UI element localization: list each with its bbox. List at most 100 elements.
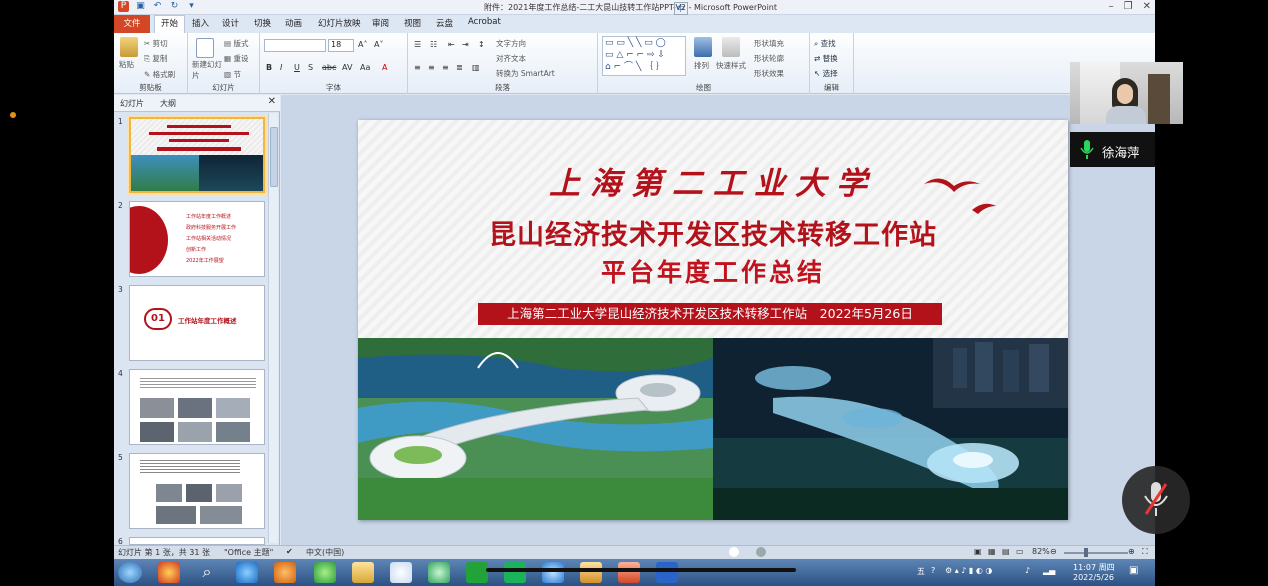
- app-icon[interactable]: [390, 562, 412, 583]
- tab-outline-pane[interactable]: 大纲: [160, 98, 176, 109]
- tab-animations[interactable]: 动画: [285, 17, 302, 29]
- section-button[interactable]: ▧ 节: [224, 69, 241, 80]
- shrink-font-icon[interactable]: A˅: [374, 40, 383, 49]
- quick-styles-button[interactable]: 快速样式: [716, 60, 746, 71]
- ime-tray-icon[interactable]: 五: [917, 566, 925, 577]
- zoom-out-icon[interactable]: ⊖: [1050, 547, 1057, 556]
- arrange-icon[interactable]: [694, 37, 712, 57]
- tab-cloud[interactable]: 云盘: [436, 17, 453, 29]
- restore-icon[interactable]: ❐: [1124, 1, 1133, 12]
- zoom-level[interactable]: 82%: [1032, 547, 1050, 556]
- redo-icon[interactable]: ↻: [169, 1, 180, 12]
- shape-fill-button[interactable]: 形状填充: [754, 38, 784, 49]
- ime-bar[interactable]: 中: [674, 2, 688, 15]
- quick-styles-icon[interactable]: [722, 37, 740, 57]
- customize-qat-icon[interactable]: ▾: [186, 1, 197, 12]
- shape-effects-button[interactable]: 形状效果: [754, 68, 784, 79]
- language-status[interactable]: 中文(中国): [306, 547, 344, 558]
- meeting-app-icon[interactable]: [656, 562, 678, 583]
- line-spacing-icon[interactable]: ↕: [478, 40, 485, 49]
- columns-icon[interactable]: ▥: [472, 63, 480, 72]
- cut-button[interactable]: ✂ 剪切: [144, 38, 168, 49]
- reset-button[interactable]: ▦ 重设: [224, 53, 248, 64]
- align-center-icon[interactable]: ≡: [428, 63, 435, 72]
- justify-icon[interactable]: ≣: [456, 63, 463, 72]
- slide-thumbnail-5[interactable]: [129, 453, 265, 529]
- grow-font-icon[interactable]: A˄: [358, 40, 367, 49]
- paste-icon[interactable]: [120, 37, 138, 57]
- close-pane-icon[interactable]: ✕: [268, 96, 276, 107]
- tab-file[interactable]: 文件: [114, 15, 150, 33]
- slide-sorter-icon[interactable]: ▦: [988, 547, 996, 556]
- shapes-gallery[interactable]: ▭ ▭ ╲ ╲ ▭ ◯ ▭ △ ⌐ ⌐ ⇨ ⇩ ⌂ ⌐ ⌒ ╲ ｛ ｝: [602, 36, 686, 76]
- fit-slide-icon[interactable]: ⛶: [1142, 547, 1148, 557]
- close-icon[interactable]: ✕: [1143, 1, 1151, 12]
- tab-slideshow[interactable]: 幻灯片放映: [318, 17, 361, 29]
- indent-decrease-icon[interactable]: ⇤: [448, 40, 455, 49]
- clock-time[interactable]: 11:07 周四: [1073, 562, 1115, 573]
- thumbnail-scrollbar[interactable]: [268, 113, 278, 543]
- zoom-slider-thumb[interactable]: [1084, 548, 1088, 557]
- italic-icon[interactable]: I: [280, 63, 282, 72]
- tab-transitions[interactable]: 切换: [254, 17, 271, 29]
- strike-icon[interactable]: abc: [322, 63, 336, 72]
- tab-design[interactable]: 设计: [222, 17, 239, 29]
- undo-icon[interactable]: ↶: [152, 1, 163, 12]
- slide-thumbnail-1[interactable]: [129, 117, 265, 193]
- find-button[interactable]: ⌕ 查找: [814, 38, 836, 49]
- paste-button[interactable]: 粘贴: [119, 59, 134, 70]
- shape-outline-button[interactable]: 形状轮廓: [754, 53, 784, 64]
- numbering-icon[interactable]: ☷: [430, 40, 437, 49]
- text-direction-button[interactable]: 文字方向: [496, 38, 526, 49]
- wechat-icon[interactable]: [466, 562, 488, 583]
- chat-app-icon[interactable]: [504, 562, 526, 583]
- tab-home[interactable]: 开始: [154, 15, 186, 33]
- slide-thumbnail-3[interactable]: 01 工作站年度工作概述: [129, 285, 265, 361]
- align-right-icon[interactable]: ≡: [442, 63, 449, 72]
- network-icon[interactable]: ▂▄: [1043, 566, 1055, 575]
- theme-status[interactable]: "Office 主题": [224, 547, 273, 558]
- tab-review[interactable]: 审阅: [372, 17, 389, 29]
- thumbnail-row-3[interactable]: 3 01 工作站年度工作概述: [114, 283, 274, 363]
- help-tray-icon[interactable]: ?: [931, 566, 935, 575]
- new-slide-button[interactable]: 新建幻灯片: [192, 59, 226, 81]
- copy-button[interactable]: ⎘ 复制: [144, 53, 167, 64]
- bold-icon[interactable]: B: [266, 63, 272, 72]
- zoom-slider[interactable]: [1064, 552, 1128, 554]
- thumbnail-row-1[interactable]: 1: [114, 115, 274, 195]
- app-360-icon[interactable]: [158, 562, 180, 583]
- arrange-button[interactable]: 排列: [694, 60, 709, 71]
- spell-check-icon[interactable]: ✔: [286, 547, 293, 556]
- tab-view[interactable]: 视图: [404, 17, 421, 29]
- search-icon[interactable]: ⌕: [196, 562, 218, 583]
- share-toolbar-handle[interactable]: [486, 568, 796, 572]
- scrollbar-thumb[interactable]: [270, 127, 278, 187]
- folder-icon[interactable]: [580, 562, 602, 583]
- slide-thumbnail-4[interactable]: [129, 369, 265, 445]
- normal-view-icon[interactable]: ▣: [974, 547, 982, 556]
- change-case-icon[interactable]: Aa: [360, 63, 370, 72]
- slide-thumbnail-2[interactable]: 工作站年度工作概述 政府科技服务开展工作 工作站相关活动情况 创新工作 2022…: [129, 201, 265, 277]
- participant-video[interactable]: [1070, 62, 1183, 124]
- thumbnail-row-2[interactable]: 2 工作站年度工作概述 政府科技服务开展工作 工作站相关活动情况 创新工作 20…: [114, 199, 274, 279]
- tab-slides-pane[interactable]: 幻灯片: [120, 98, 144, 109]
- underline-icon[interactable]: U: [294, 63, 300, 72]
- smartart-button[interactable]: 转换为 SmartArt: [496, 68, 555, 79]
- select-button[interactable]: ↖ 选择: [814, 68, 838, 79]
- show-desktop-icon[interactable]: ▣: [1129, 565, 1138, 576]
- slide-thumbnail-6[interactable]: [129, 537, 265, 545]
- tab-acrobat[interactable]: Acrobat: [468, 17, 501, 27]
- start-button-icon[interactable]: [118, 562, 142, 583]
- tab-insert[interactable]: 插入: [192, 17, 209, 29]
- char-spacing-icon[interactable]: AV: [342, 63, 352, 72]
- current-slide[interactable]: 上海第二工业大学 昆山经济技术开发区技术转移工作站 平台年度工作总结 上海第二工…: [358, 120, 1068, 520]
- minimize-icon[interactable]: –: [1109, 1, 1114, 12]
- shadow-icon[interactable]: S: [308, 63, 313, 72]
- reading-view-icon[interactable]: ▤: [1002, 547, 1010, 556]
- font-size-field[interactable]: 18: [328, 39, 354, 52]
- new-slide-icon[interactable]: [196, 38, 214, 58]
- page-dot[interactable]: [755, 547, 766, 557]
- page-dot-active[interactable]: [729, 547, 739, 557]
- media-player-icon[interactable]: [274, 562, 296, 583]
- font-name-field[interactable]: [264, 39, 326, 52]
